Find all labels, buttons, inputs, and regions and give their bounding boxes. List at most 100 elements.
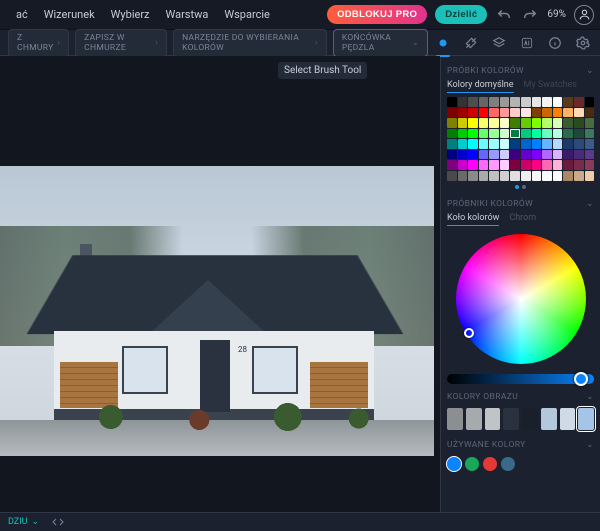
- layers-tab-icon[interactable]: [490, 34, 508, 52]
- swatch[interactable]: [500, 129, 510, 139]
- swatch[interactable]: [500, 150, 510, 160]
- share-button[interactable]: Dzielić: [435, 5, 487, 24]
- swatch[interactable]: [553, 139, 563, 149]
- swatch[interactable]: [532, 118, 542, 128]
- code-icon[interactable]: [49, 513, 67, 531]
- used-color-swatch[interactable]: [501, 457, 515, 471]
- swatch[interactable]: [553, 97, 563, 107]
- swatch[interactable]: [479, 160, 489, 170]
- swatch[interactable]: [563, 139, 573, 149]
- swatch[interactable]: [585, 171, 595, 181]
- swatch[interactable]: [500, 160, 510, 170]
- swatch[interactable]: [447, 160, 457, 170]
- swatch[interactable]: [585, 97, 595, 107]
- swatch[interactable]: [489, 139, 499, 149]
- swatch[interactable]: [510, 108, 520, 118]
- swatch[interactable]: [447, 97, 457, 107]
- used-color-swatch[interactable]: [447, 457, 461, 471]
- swatch[interactable]: [447, 150, 457, 160]
- swatch[interactable]: [479, 97, 489, 107]
- swatch[interactable]: [489, 97, 499, 107]
- swatch[interactable]: [510, 150, 520, 160]
- swatch[interactable]: [521, 97, 531, 107]
- swatch[interactable]: [500, 171, 510, 181]
- swatch[interactable]: [574, 171, 584, 181]
- swatch[interactable]: [574, 108, 584, 118]
- swatch[interactable]: [532, 150, 542, 160]
- swatch[interactable]: [447, 139, 457, 149]
- swatch[interactable]: [574, 160, 584, 170]
- swatch[interactable]: [574, 129, 584, 139]
- swatch[interactable]: [585, 139, 595, 149]
- swatch[interactable]: [479, 171, 489, 181]
- swatch[interactable]: [468, 97, 478, 107]
- color-wheel-cursor[interactable]: [464, 328, 474, 338]
- color-tab-icon[interactable]: [434, 34, 452, 52]
- tab-color-wheel[interactable]: Koło kolorów: [447, 213, 499, 226]
- swatch[interactable]: [553, 108, 563, 118]
- toolbar-chip-3[interactable]: KOŃCÓWKA PĘDZLA⌄: [333, 29, 428, 57]
- swatch[interactable]: [532, 160, 542, 170]
- swatch[interactable]: [542, 97, 552, 107]
- swatch[interactable]: [563, 97, 573, 107]
- swatch[interactable]: [468, 118, 478, 128]
- swatch[interactable]: [447, 171, 457, 181]
- ai-tab-icon[interactable]: [518, 34, 536, 52]
- swatch[interactable]: [479, 150, 489, 160]
- swatch[interactable]: [532, 129, 542, 139]
- swatch[interactable]: [468, 171, 478, 181]
- menu-item-3[interactable]: Warstwa: [160, 4, 215, 25]
- swatch[interactable]: [521, 118, 531, 128]
- swatch[interactable]: [563, 171, 573, 181]
- color-wheel[interactable]: [456, 234, 586, 364]
- image-color-swatch[interactable]: [485, 408, 501, 430]
- swatch[interactable]: [458, 118, 468, 128]
- swatch[interactable]: [542, 118, 552, 128]
- swatch[interactable]: [489, 150, 499, 160]
- swatch[interactable]: [563, 160, 573, 170]
- swatch[interactable]: [553, 150, 563, 160]
- image-color-swatch[interactable]: [578, 408, 594, 430]
- unlock-pro-button[interactable]: ODBLOKUJ PRO: [327, 5, 427, 24]
- swatch[interactable]: [574, 139, 584, 149]
- swatch[interactable]: [542, 108, 552, 118]
- swatches-section-header[interactable]: PRÓBKI KOLORÓW ⌄: [447, 66, 594, 76]
- swatch[interactable]: [447, 108, 457, 118]
- swatch[interactable]: [510, 139, 520, 149]
- swatch[interactable]: [510, 160, 520, 170]
- swatch[interactable]: [468, 160, 478, 170]
- swatch[interactable]: [458, 97, 468, 107]
- swatch[interactable]: [510, 129, 520, 139]
- used-color-swatch[interactable]: [465, 457, 479, 471]
- swatch[interactable]: [510, 97, 520, 107]
- settings-tab-icon[interactable]: [574, 34, 592, 52]
- swatch[interactable]: [510, 118, 520, 128]
- swatch[interactable]: [585, 118, 595, 128]
- swatch[interactable]: [489, 160, 499, 170]
- menu-item-0[interactable]: ać: [10, 4, 34, 25]
- swatch[interactable]: [479, 108, 489, 118]
- toolbar-chip-0[interactable]: Z CHMURY›: [8, 29, 69, 57]
- swatch[interactable]: [500, 118, 510, 128]
- tab-chrome-picker[interactable]: Chrom: [509, 213, 536, 226]
- tab-my-swatches[interactable]: My Swatches: [524, 80, 577, 93]
- image-color-swatch[interactable]: [522, 408, 538, 430]
- used-color-swatch[interactable]: [483, 457, 497, 471]
- adjust-tab-icon[interactable]: [462, 34, 480, 52]
- swatch-pager[interactable]: [447, 185, 594, 189]
- swatch[interactable]: [458, 129, 468, 139]
- swatch[interactable]: [468, 150, 478, 160]
- swatch[interactable]: [553, 118, 563, 128]
- swatch[interactable]: [468, 129, 478, 139]
- image-color-swatch[interactable]: [541, 408, 557, 430]
- swatch[interactable]: [542, 150, 552, 160]
- swatch[interactable]: [542, 160, 552, 170]
- swatch[interactable]: [510, 171, 520, 181]
- swatch[interactable]: [585, 160, 595, 170]
- menu-item-1[interactable]: Wizerunek: [38, 4, 101, 25]
- pickers-section-header[interactable]: PRÓBNIKI KOLORÓW ⌄: [447, 199, 594, 209]
- image-color-swatch[interactable]: [560, 408, 576, 430]
- info-tab-icon[interactable]: [546, 34, 564, 52]
- image-color-swatch[interactable]: [503, 408, 519, 430]
- swatch[interactable]: [532, 97, 542, 107]
